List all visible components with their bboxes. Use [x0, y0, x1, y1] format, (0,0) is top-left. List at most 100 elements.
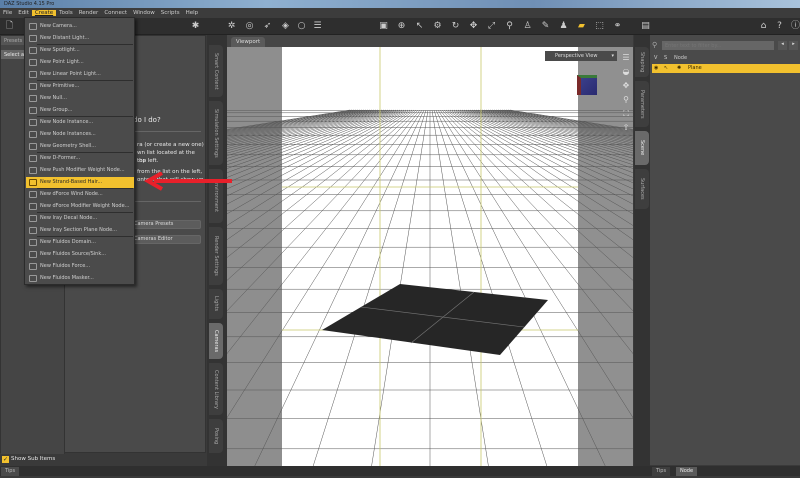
tab-node[interactable]: Node	[676, 467, 698, 476]
region-select-icon[interactable]: ⬚	[594, 21, 605, 32]
tab-tips-left[interactable]: Tips	[1, 467, 20, 476]
tab-posing[interactable]: Posing	[209, 419, 223, 453]
col-selectable[interactable]: S	[664, 55, 667, 61]
menu-item-dformer[interactable]: New D-Former...	[26, 153, 134, 164]
menu-item-push-modifier[interactable]: New Push Modifier Weight Node...	[26, 165, 134, 176]
reset-icon[interactable]: ⇧	[620, 121, 632, 135]
viewport-canvas[interactable]: Perspective View ▾ ☰ ◒ ✥ ⚲ ⛶ ⇧	[0, 47, 800, 477]
menu-item-fluidos-domain[interactable]: New Fluidos Domain...	[26, 237, 134, 248]
group-icon[interactable]: ○	[296, 21, 307, 32]
new-file-icon[interactable]: 🗋	[4, 21, 15, 32]
whats-this-icon[interactable]: ?	[774, 21, 785, 32]
menu-item-fluidos-source[interactable]: New Fluidos Source/Sink...	[26, 249, 134, 260]
zoom-icon[interactable]: ⚲	[620, 93, 632, 107]
menu-item-group[interactable]: New Group...	[26, 105, 134, 116]
menu-item-label: New Iray Section Plane Node...	[40, 227, 117, 233]
scene-filter-input[interactable]	[662, 41, 774, 50]
help-text-3: the left.	[137, 158, 159, 164]
menu-window[interactable]: Window	[130, 10, 158, 16]
scene-pane: ⚲ ◂ ▸ V S Node ◉ ↖ ✺ Plane	[650, 35, 800, 465]
menu-item-point-light[interactable]: New Point Light...	[26, 57, 134, 68]
primitive-icon[interactable]: ◈	[280, 21, 291, 32]
menu-item-camera[interactable]: New Camera...	[26, 21, 134, 32]
menu-item-decal[interactable]: New Iray Decal Node...	[26, 213, 134, 224]
options-icon[interactable]: ☰	[620, 51, 632, 65]
col-visible[interactable]: V	[654, 55, 657, 61]
select-arrow-icon[interactable]: ↖	[664, 64, 668, 73]
camera-snapshot-icon[interactable]: ▤	[640, 21, 651, 32]
scale-tool-icon[interactable]: ⤢	[486, 21, 497, 32]
distant-light-icon[interactable]: ✲	[226, 21, 237, 32]
menu-item-null[interactable]: New Null...	[26, 93, 134, 104]
render-icon[interactable]: ▣	[378, 21, 389, 32]
menu-tools[interactable]: Tools	[56, 10, 76, 16]
menu-item-spotlight[interactable]: New Spotlight...	[26, 45, 134, 56]
menu-edit[interactable]: Edit	[15, 10, 32, 16]
rotate-tool-icon[interactable]: ↻	[450, 21, 461, 32]
title-bar: DAZ Studio 4.15 Pro	[0, 0, 800, 8]
view-cube[interactable]	[577, 75, 597, 95]
new-camera-icon[interactable]: ✱	[190, 21, 201, 32]
menu-item-wind[interactable]: New dForce Wind Node...	[26, 189, 134, 200]
menu-item-linear-point-light[interactable]: New Linear Point Light...	[26, 69, 134, 80]
menu-connect[interactable]: Connect	[101, 10, 130, 16]
filter-option-icon[interactable]: ◂	[778, 41, 787, 50]
tab-surfaces[interactable]: Surfaces	[635, 169, 649, 209]
surface-tool-icon[interactable]: ✎	[540, 21, 551, 32]
menu-item-section-plane[interactable]: New Iray Section Plane Node...	[26, 225, 134, 236]
visibility-eye-icon[interactable]: ◉	[654, 64, 658, 73]
tab-tips-right[interactable]: Tips	[652, 467, 671, 476]
camera-lock-icon[interactable]: ▰	[576, 21, 587, 32]
list-icon[interactable]: ☰	[312, 21, 323, 32]
filter-menu-icon[interactable]: ▸	[789, 41, 798, 50]
tab-scene[interactable]: Scene	[635, 131, 649, 165]
menu-item-fluidos-masker[interactable]: New Fluidos Masker...	[26, 273, 134, 284]
point-light-icon[interactable]: ◎	[244, 21, 255, 32]
point-light-icon	[29, 59, 37, 66]
help-icon[interactable]: ⓘ	[790, 21, 800, 32]
push-modifier-icon	[29, 167, 37, 174]
figure-setup-icon[interactable]: ♟	[558, 21, 569, 32]
figure-icon[interactable]: ♙	[522, 21, 533, 32]
tab-lights[interactable]: Lights	[209, 289, 223, 319]
cameras-editor-button[interactable]: Cameras Editor	[127, 235, 201, 244]
col-node[interactable]: Node	[674, 55, 687, 61]
menu-item-dforce-modifier[interactable]: New dForce Modifier Weight Node...	[26, 201, 134, 212]
tab-simulation-settings[interactable]: Simulation Settings	[209, 101, 223, 165]
spotlight-icon[interactable]: ➶	[262, 21, 273, 32]
joint-editor-icon[interactable]: ⚲	[504, 21, 515, 32]
menu-create[interactable]: Create	[31, 10, 57, 16]
scene-row-plane[interactable]: ◉ ↖ ✺ Plane	[652, 64, 800, 73]
node-tool-icon[interactable]: ⚙	[432, 21, 443, 32]
tab-smart-content[interactable]: Smart Content	[209, 45, 223, 97]
view-selector[interactable]: Perspective View ▾	[545, 51, 617, 61]
menu-item-node-instance[interactable]: New Node Instance...	[26, 117, 134, 128]
menu-item-fluidos-force[interactable]: New Fluidos Force...	[26, 261, 134, 272]
menu-item-hair[interactable]: New Strand-Based Hair...	[26, 177, 134, 188]
select-tool-icon[interactable]: ↖	[414, 21, 425, 32]
menu-scripts[interactable]: Scripts	[158, 10, 183, 16]
pan-icon[interactable]: ✥	[620, 79, 632, 93]
menu-help[interactable]: Help	[183, 10, 202, 16]
menu-item-primitive[interactable]: New Primitive...	[26, 81, 134, 92]
menu-item-distant-light[interactable]: New Distant Light...	[26, 33, 134, 44]
tab-shaping[interactable]: Shaping	[635, 47, 649, 77]
viewport-tab[interactable]: Viewport	[231, 37, 265, 47]
menu-item-geometry-shell[interactable]: New Geometry Shell...	[26, 141, 134, 152]
menu-file[interactable]: File	[0, 10, 15, 16]
tab-render-settings[interactable]: Render Settings	[209, 227, 223, 285]
universal-tool-icon[interactable]: ⊕	[396, 21, 407, 32]
menu-item-label: New Fluidos Masker...	[40, 275, 94, 281]
tab-cameras[interactable]: Cameras	[209, 323, 223, 359]
orbit-icon[interactable]: ◒	[620, 65, 632, 79]
frame-icon[interactable]: ⛶	[620, 107, 632, 121]
menu-render[interactable]: Render	[76, 10, 102, 16]
tab-content-library[interactable]: Content Library	[209, 363, 223, 415]
menu-item-node-instances[interactable]: New Node Instances...	[26, 129, 134, 140]
camera-presets-button[interactable]: Camera Presets	[127, 220, 201, 229]
tab-parameters[interactable]: Parameters	[635, 81, 649, 127]
home-icon[interactable]: ⌂	[758, 21, 769, 32]
translate-tool-icon[interactable]: ✥	[468, 21, 479, 32]
show-sub-items-checkbox[interactable]: ✓	[2, 456, 9, 463]
link-icon[interactable]: ⚭	[612, 21, 623, 32]
